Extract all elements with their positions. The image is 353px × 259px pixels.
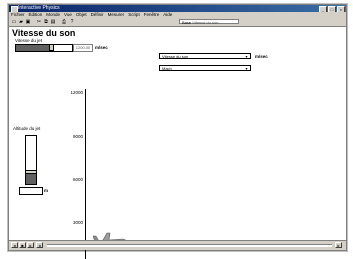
app-window: Interactive Physics _ □ × Fichier Éditio…	[8, 4, 347, 259]
speed-slider[interactable]	[15, 44, 73, 52]
altitude-label: Altitude du jet	[13, 126, 41, 131]
open-icon[interactable]: ▰	[18, 19, 24, 25]
altitude-slider-thumb[interactable]	[25, 170, 37, 174]
axis-tick: 6000	[72, 177, 83, 182]
help-icon[interactable]: ?	[69, 19, 75, 25]
paste-icon[interactable]: ▤	[50, 19, 56, 25]
scroll-right-button[interactable]: ▸	[335, 242, 342, 248]
speed-slider-fill	[16, 45, 51, 51]
cut-icon[interactable]: ✂	[36, 19, 42, 25]
copy-icon[interactable]: ⧉	[43, 19, 49, 25]
mach-select-value: Mach	[162, 66, 172, 71]
play-button[interactable]: ▸	[27, 242, 34, 248]
axis-tick: 9000	[72, 134, 83, 139]
workspace[interactable]: Vitesse du son Vitesse du jet 1200.00 m/…	[9, 27, 346, 259]
speed-slider-thumb[interactable]	[48, 44, 54, 51]
speed-label: Vitesse du jet	[15, 38, 42, 43]
altitude-axis	[85, 89, 86, 259]
speed-value-field[interactable]: 1200.00	[73, 44, 93, 52]
window-title: Interactive Physics	[18, 5, 60, 11]
horizontal-scrollbar[interactable]: ◂ ■ ▸ ◂ ▸	[9, 240, 346, 250]
mach-select[interactable]: Mach ▾	[159, 65, 251, 71]
speed-unit: m/sec	[95, 45, 108, 50]
title-bar: Interactive Physics _ □ ×	[9, 5, 346, 13]
layer-combo[interactable]: Base Vitesse du son	[179, 19, 239, 25]
new-icon[interactable]: ▭	[11, 19, 17, 25]
toolbar: ▭ ▰ ▣ ✂ ⧉ ▤ ⎙ ? Base Vitesse du son	[9, 18, 346, 27]
save-icon[interactable]: ▣	[25, 19, 31, 25]
chevron-down-icon: ▾	[245, 54, 248, 59]
altitude-unit: m	[44, 188, 49, 193]
print-icon[interactable]: ⎙	[61, 19, 67, 25]
step-back-button[interactable]: ◂	[11, 242, 18, 248]
axis-tick: 12000	[70, 90, 83, 95]
quantity-select-value: Vitesse du son	[162, 54, 189, 59]
axis-tick: 3000	[72, 220, 83, 225]
altitude-slider[interactable]	[25, 135, 37, 185]
quantity-select[interactable]: Vitesse du son ▾	[159, 53, 251, 59]
quantity-unit: m/sec	[255, 54, 268, 59]
altitude-value-field[interactable]	[19, 187, 43, 195]
scroll-left-button[interactable]: ◂	[36, 242, 43, 248]
page-title: Vitesse du son	[12, 28, 76, 38]
chevron-down-icon: ▾	[245, 66, 248, 71]
scroll-track[interactable]	[47, 244, 332, 247]
stop-button[interactable]: ■	[19, 242, 26, 248]
